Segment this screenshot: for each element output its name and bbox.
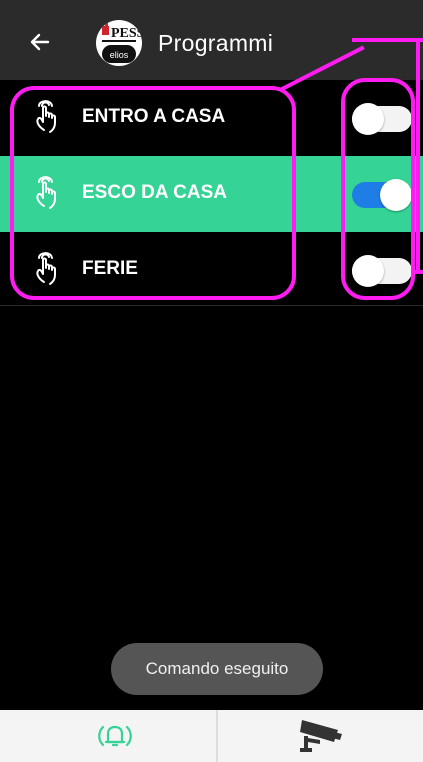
nav-tab-alarm[interactable]	[0, 710, 216, 762]
logo-brand-text: PESS	[111, 26, 142, 41]
toggle-knob	[352, 255, 384, 287]
program-row-ferie[interactable]: FERIE	[0, 232, 423, 308]
hand-pointer-icon	[30, 100, 68, 138]
back-arrow-icon[interactable]	[28, 30, 52, 54]
program-row-esco-da-casa[interactable]: ESCO DA CASA	[0, 156, 423, 232]
toast-message: Comando eseguito	[111, 643, 323, 695]
page-title: Programmi	[158, 30, 274, 56]
program-row-entro-a-casa[interactable]: ENTRO A CASA	[0, 80, 423, 156]
program-label: FERIE	[82, 258, 138, 279]
app-bar: PESS elios Programmi	[0, 0, 423, 80]
program-toggle-entro-a-casa[interactable]	[352, 103, 412, 135]
hand-pointer-icon	[30, 252, 68, 290]
hand-pointer-icon	[30, 176, 68, 214]
program-label: ESCO DA CASA	[82, 182, 227, 203]
program-label: ENTRO A CASA	[82, 106, 226, 127]
program-toggle-esco-da-casa[interactable]	[352, 179, 412, 211]
toggle-knob	[380, 179, 412, 211]
alarm-bell-icon	[98, 725, 132, 747]
security-camera-icon	[300, 720, 342, 752]
nav-tab-camera[interactable]	[218, 710, 423, 762]
toggle-knob	[352, 103, 384, 135]
app-logo: PESS elios	[96, 20, 142, 66]
logo-subtext: elios	[110, 50, 129, 60]
bottom-nav	[0, 710, 423, 762]
list-divider	[0, 305, 423, 306]
program-toggle-ferie[interactable]	[352, 255, 412, 287]
